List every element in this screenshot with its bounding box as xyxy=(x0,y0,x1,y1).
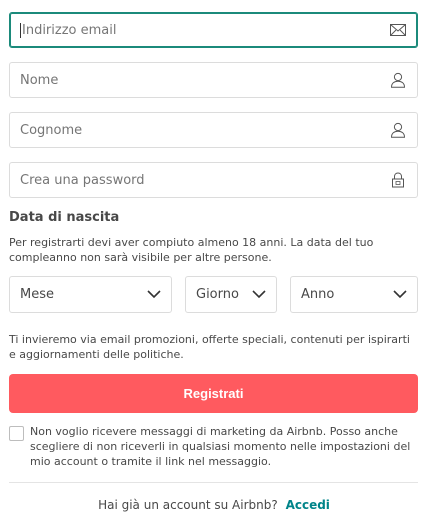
month-select-label: Mese xyxy=(20,287,54,302)
login-link[interactable]: Accedi xyxy=(286,498,330,512)
marketing-opt-out-checkbox[interactable] xyxy=(9,426,24,441)
year-select-label: Anno xyxy=(301,287,335,302)
email-placeholder: Indirizzo email xyxy=(20,22,388,38)
chevron-down-icon xyxy=(393,288,407,302)
user-icon xyxy=(388,70,408,90)
divider xyxy=(9,482,418,483)
register-button[interactable]: Registrati xyxy=(9,374,418,413)
birthdate-description: Per registrarti devi aver compiuto almen… xyxy=(9,236,374,264)
password-placeholder: Crea una password xyxy=(20,172,145,188)
last-name-field[interactable]: Cognome xyxy=(9,112,418,148)
birthdate-title: Data di nascita xyxy=(9,210,120,225)
last-name-placeholder: Cognome xyxy=(20,122,83,138)
email-field[interactable]: Indirizzo email xyxy=(9,12,418,48)
mail-icon xyxy=(388,20,408,40)
login-prompt-text: Hai già un account su Airbnb? xyxy=(98,498,278,512)
month-select[interactable]: Mese xyxy=(9,276,172,313)
password-field[interactable]: Crea una password xyxy=(9,162,418,198)
first-name-field[interactable]: Nome xyxy=(9,62,418,98)
first-name-placeholder: Nome xyxy=(20,72,59,88)
chevron-down-icon xyxy=(147,288,161,302)
day-select-label: Giorno xyxy=(196,287,239,302)
marketing-opt-out-label: Non voglio ricevere messaggi di marketin… xyxy=(30,425,411,468)
chevron-down-icon xyxy=(252,288,266,302)
lock-icon xyxy=(388,170,408,190)
marketing-notice: Ti invieremo via email promozioni, offer… xyxy=(9,333,410,361)
day-select[interactable]: Giorno xyxy=(185,276,277,313)
login-prompt: Hai già un account su Airbnb? Accedi xyxy=(0,498,428,512)
signup-form: Indirizzo email Nome Cognome Crea una pa… xyxy=(0,0,428,517)
user-icon xyxy=(388,120,408,140)
year-select[interactable]: Anno xyxy=(290,276,418,313)
